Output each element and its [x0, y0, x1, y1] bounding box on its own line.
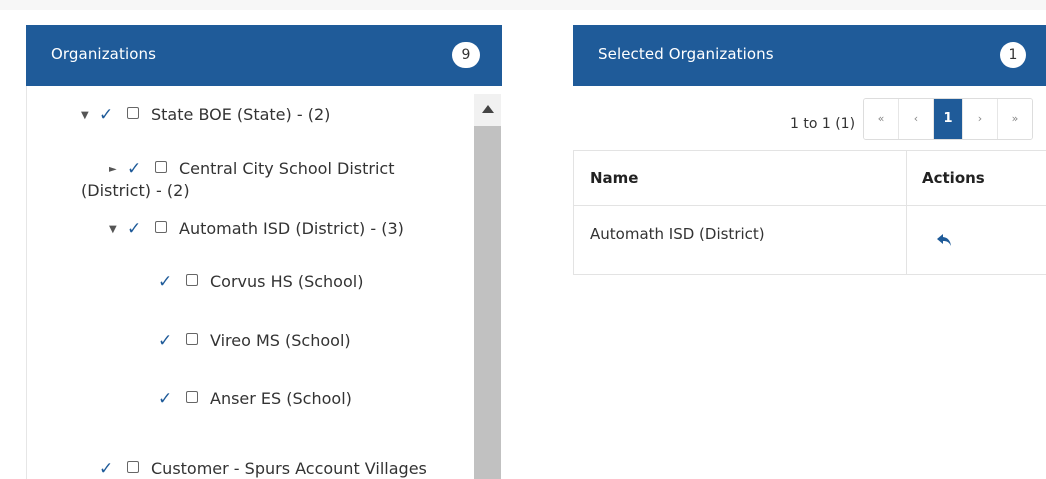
tree-node-customer-spurs[interactable]: ✓ Customer - Spurs Account Villages: [99, 458, 427, 479]
checkbox[interactable]: [186, 391, 198, 403]
organizations-header: Organizations 9: [26, 25, 502, 86]
tree-node-label: Vireo MS (School): [210, 331, 351, 350]
selected-organizations-table: Name Actions Automath ISD (District): [573, 150, 1046, 275]
checkmark-icon: ✓: [127, 159, 142, 179]
tree-node-vireo[interactable]: ✓ Vireo MS (School): [158, 330, 351, 352]
tree-node-corvus[interactable]: ✓ Corvus HS (School): [158, 271, 363, 293]
tree-node-label: Central City School District: [179, 159, 395, 178]
row-organization-name: Automath ISD (District): [573, 206, 906, 274]
tree-node-label-continued: (District) - (2): [81, 181, 190, 200]
tree-node-label: Corvus HS (School): [210, 272, 364, 291]
checkmark-icon: ✓: [158, 331, 173, 351]
tree-node-state-boe[interactable]: ▼ ✓ State BOE (State) - (2): [81, 104, 330, 126]
checkbox[interactable]: [186, 333, 198, 345]
tree-node-automath[interactable]: ▼ ✓ Automath ISD (District) - (3): [109, 218, 404, 240]
checkbox[interactable]: [155, 161, 167, 173]
expand-toggle-icon[interactable]: ►: [109, 159, 127, 180]
checkmark-icon: ✓: [99, 105, 114, 125]
expand-toggle-icon[interactable]: ▼: [109, 219, 127, 240]
table-header-row: Name Actions: [573, 151, 1046, 206]
tree-node-label: Anser ES (School): [210, 389, 352, 408]
next-page-button[interactable]: ›: [963, 99, 998, 139]
checkbox[interactable]: [127, 461, 139, 473]
column-header-actions: Actions: [906, 151, 1046, 205]
column-header-name: Name: [573, 151, 906, 205]
last-page-button[interactable]: »: [998, 99, 1032, 139]
tree-node-anser[interactable]: ✓ Anser ES (School): [158, 388, 352, 410]
tree-node-label: State BOE (State) - (2): [151, 105, 331, 124]
expand-toggle-icon[interactable]: ▼: [81, 105, 99, 126]
organization-tree: ▼ ✓ State BOE (State) - (2) ► ✓ Central City…: [26, 86, 503, 479]
checkbox[interactable]: [186, 274, 198, 286]
table-row: Automath ISD (District): [573, 206, 1046, 275]
pager-summary: 1 to 1 (1): [790, 116, 856, 132]
organizations-title: Organizations: [51, 45, 157, 63]
previous-page-button[interactable]: ‹: [899, 99, 934, 139]
first-page-button[interactable]: «: [864, 99, 899, 139]
selected-organizations-header: Selected Organizations 1: [573, 25, 1046, 86]
checkmark-icon: ✓: [158, 389, 173, 409]
tree-scrollbar[interactable]: [474, 94, 501, 479]
undo-icon[interactable]: [936, 232, 954, 252]
checkmark-icon: ✓: [127, 219, 142, 239]
tree-node-label: Automath ISD (District) - (3): [179, 219, 404, 238]
checkbox[interactable]: [155, 221, 167, 233]
checkmark-icon: ✓: [158, 272, 173, 292]
row-actions-cell: [906, 206, 1046, 274]
current-page-button[interactable]: 1: [934, 99, 963, 139]
top-divider: [0, 0, 1046, 10]
tree-node-label: Customer - Spurs Account Villages: [151, 459, 427, 478]
selected-organizations-title: Selected Organizations: [598, 45, 774, 63]
selected-count-badge: 1: [1000, 42, 1026, 68]
scroll-up-arrow-icon[interactable]: [474, 94, 501, 126]
checkmark-icon: ✓: [99, 459, 114, 479]
pagination: « ‹ 1 › »: [863, 98, 1033, 140]
organizations-count-badge: 9: [452, 42, 480, 68]
checkbox[interactable]: [127, 107, 139, 119]
tree-node-central-city[interactable]: ► ✓ Central City School District (District…: [81, 158, 449, 201]
